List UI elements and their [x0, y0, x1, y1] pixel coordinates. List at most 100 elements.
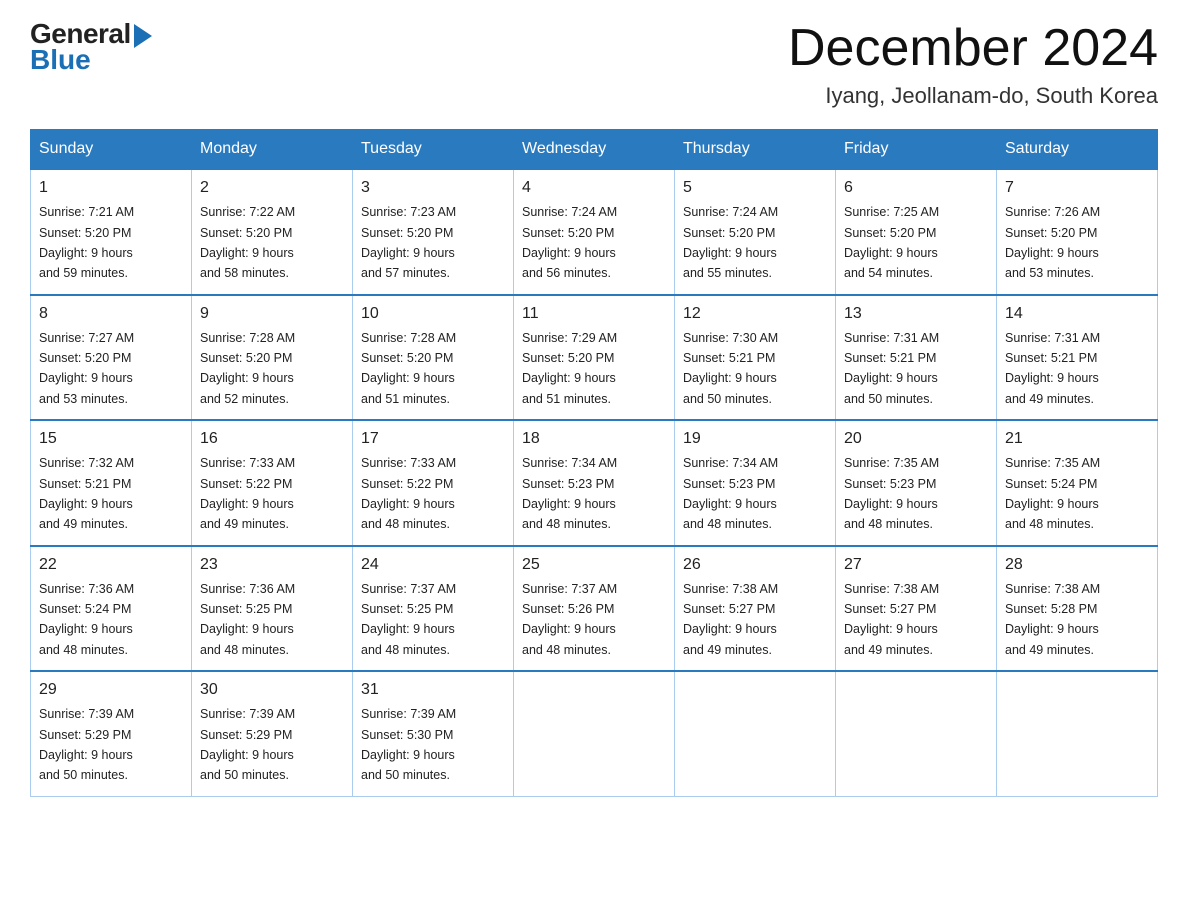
calendar-cell: 20 Sunrise: 7:35 AMSunset: 5:23 PMDaylig…: [836, 420, 997, 546]
day-info: Sunrise: 7:31 AMSunset: 5:21 PMDaylight:…: [844, 331, 939, 406]
day-info: Sunrise: 7:38 AMSunset: 5:27 PMDaylight:…: [844, 582, 939, 657]
day-number: 4: [522, 176, 666, 200]
day-number: 19: [683, 427, 827, 451]
day-number: 5: [683, 176, 827, 200]
calendar-cell: 28 Sunrise: 7:38 AMSunset: 5:28 PMDaylig…: [997, 546, 1158, 672]
day-info: Sunrise: 7:22 AMSunset: 5:20 PMDaylight:…: [200, 205, 295, 280]
calendar-cell: [836, 671, 997, 796]
day-info: Sunrise: 7:31 AMSunset: 5:21 PMDaylight:…: [1005, 331, 1100, 406]
day-number: 24: [361, 553, 505, 577]
day-info: Sunrise: 7:33 AMSunset: 5:22 PMDaylight:…: [200, 456, 295, 531]
logo: General Blue: [30, 20, 152, 74]
title-area: December 2024 Iyang, Jeollanam-do, South…: [788, 20, 1158, 109]
day-number: 27: [844, 553, 988, 577]
page-header: General Blue December 2024 Iyang, Jeolla…: [30, 20, 1158, 109]
weekday-header: Thursday: [675, 130, 836, 170]
calendar-cell: 16 Sunrise: 7:33 AMSunset: 5:22 PMDaylig…: [192, 420, 353, 546]
logo-blue-text: Blue: [30, 46, 152, 74]
calendar-table: SundayMondayTuesdayWednesdayThursdayFrid…: [30, 129, 1158, 797]
calendar-cell: [514, 671, 675, 796]
day-number: 2: [200, 176, 344, 200]
calendar-cell: [997, 671, 1158, 796]
calendar-cell: 15 Sunrise: 7:32 AMSunset: 5:21 PMDaylig…: [31, 420, 192, 546]
day-info: Sunrise: 7:36 AMSunset: 5:25 PMDaylight:…: [200, 582, 295, 657]
day-number: 8: [39, 302, 183, 326]
day-info: Sunrise: 7:37 AMSunset: 5:25 PMDaylight:…: [361, 582, 456, 657]
calendar-cell: 25 Sunrise: 7:37 AMSunset: 5:26 PMDaylig…: [514, 546, 675, 672]
day-number: 3: [361, 176, 505, 200]
day-info: Sunrise: 7:25 AMSunset: 5:20 PMDaylight:…: [844, 205, 939, 280]
day-number: 14: [1005, 302, 1149, 326]
calendar-cell: 29 Sunrise: 7:39 AMSunset: 5:29 PMDaylig…: [31, 671, 192, 796]
calendar-cell: 21 Sunrise: 7:35 AMSunset: 5:24 PMDaylig…: [997, 420, 1158, 546]
calendar-cell: 12 Sunrise: 7:30 AMSunset: 5:21 PMDaylig…: [675, 295, 836, 421]
day-info: Sunrise: 7:39 AMSunset: 5:29 PMDaylight:…: [39, 707, 134, 782]
calendar-cell: 22 Sunrise: 7:36 AMSunset: 5:24 PMDaylig…: [31, 546, 192, 672]
day-number: 1: [39, 176, 183, 200]
calendar-cell: 26 Sunrise: 7:38 AMSunset: 5:27 PMDaylig…: [675, 546, 836, 672]
calendar-cell: 5 Sunrise: 7:24 AMSunset: 5:20 PMDayligh…: [675, 169, 836, 295]
calendar-cell: [675, 671, 836, 796]
calendar-cell: 24 Sunrise: 7:37 AMSunset: 5:25 PMDaylig…: [353, 546, 514, 672]
day-number: 9: [200, 302, 344, 326]
calendar-cell: 18 Sunrise: 7:34 AMSunset: 5:23 PMDaylig…: [514, 420, 675, 546]
day-number: 16: [200, 427, 344, 451]
day-info: Sunrise: 7:29 AMSunset: 5:20 PMDaylight:…: [522, 331, 617, 406]
weekday-header-row: SundayMondayTuesdayWednesdayThursdayFrid…: [31, 130, 1158, 170]
weekday-header: Tuesday: [353, 130, 514, 170]
day-info: Sunrise: 7:21 AMSunset: 5:20 PMDaylight:…: [39, 205, 134, 280]
day-info: Sunrise: 7:38 AMSunset: 5:28 PMDaylight:…: [1005, 582, 1100, 657]
calendar-cell: 13 Sunrise: 7:31 AMSunset: 5:21 PMDaylig…: [836, 295, 997, 421]
day-info: Sunrise: 7:35 AMSunset: 5:24 PMDaylight:…: [1005, 456, 1100, 531]
day-info: Sunrise: 7:27 AMSunset: 5:20 PMDaylight:…: [39, 331, 134, 406]
day-info: Sunrise: 7:37 AMSunset: 5:26 PMDaylight:…: [522, 582, 617, 657]
calendar-cell: 9 Sunrise: 7:28 AMSunset: 5:20 PMDayligh…: [192, 295, 353, 421]
weekday-header: Sunday: [31, 130, 192, 170]
weekday-header: Friday: [836, 130, 997, 170]
day-info: Sunrise: 7:30 AMSunset: 5:21 PMDaylight:…: [683, 331, 778, 406]
calendar-cell: 1 Sunrise: 7:21 AMSunset: 5:20 PMDayligh…: [31, 169, 192, 295]
day-info: Sunrise: 7:32 AMSunset: 5:21 PMDaylight:…: [39, 456, 134, 531]
calendar-cell: 11 Sunrise: 7:29 AMSunset: 5:20 PMDaylig…: [514, 295, 675, 421]
calendar-cell: 4 Sunrise: 7:24 AMSunset: 5:20 PMDayligh…: [514, 169, 675, 295]
day-number: 17: [361, 427, 505, 451]
day-number: 18: [522, 427, 666, 451]
calendar-cell: 6 Sunrise: 7:25 AMSunset: 5:20 PMDayligh…: [836, 169, 997, 295]
day-number: 23: [200, 553, 344, 577]
day-number: 30: [200, 678, 344, 702]
day-info: Sunrise: 7:28 AMSunset: 5:20 PMDaylight:…: [361, 331, 456, 406]
day-info: Sunrise: 7:39 AMSunset: 5:29 PMDaylight:…: [200, 707, 295, 782]
day-info: Sunrise: 7:26 AMSunset: 5:20 PMDaylight:…: [1005, 205, 1100, 280]
calendar-week-row: 1 Sunrise: 7:21 AMSunset: 5:20 PMDayligh…: [31, 169, 1158, 295]
day-number: 21: [1005, 427, 1149, 451]
calendar-cell: 10 Sunrise: 7:28 AMSunset: 5:20 PMDaylig…: [353, 295, 514, 421]
logo-arrow-icon: [134, 24, 152, 48]
calendar-cell: 27 Sunrise: 7:38 AMSunset: 5:27 PMDaylig…: [836, 546, 997, 672]
day-number: 25: [522, 553, 666, 577]
day-number: 28: [1005, 553, 1149, 577]
day-number: 15: [39, 427, 183, 451]
day-number: 20: [844, 427, 988, 451]
day-number: 26: [683, 553, 827, 577]
day-info: Sunrise: 7:28 AMSunset: 5:20 PMDaylight:…: [200, 331, 295, 406]
calendar-cell: 2 Sunrise: 7:22 AMSunset: 5:20 PMDayligh…: [192, 169, 353, 295]
calendar-cell: 23 Sunrise: 7:36 AMSunset: 5:25 PMDaylig…: [192, 546, 353, 672]
day-number: 13: [844, 302, 988, 326]
calendar-week-row: 8 Sunrise: 7:27 AMSunset: 5:20 PMDayligh…: [31, 295, 1158, 421]
weekday-header: Monday: [192, 130, 353, 170]
weekday-header: Wednesday: [514, 130, 675, 170]
day-info: Sunrise: 7:23 AMSunset: 5:20 PMDaylight:…: [361, 205, 456, 280]
calendar-cell: 8 Sunrise: 7:27 AMSunset: 5:20 PMDayligh…: [31, 295, 192, 421]
day-info: Sunrise: 7:38 AMSunset: 5:27 PMDaylight:…: [683, 582, 778, 657]
calendar-cell: 3 Sunrise: 7:23 AMSunset: 5:20 PMDayligh…: [353, 169, 514, 295]
day-number: 6: [844, 176, 988, 200]
calendar-cell: 31 Sunrise: 7:39 AMSunset: 5:30 PMDaylig…: [353, 671, 514, 796]
day-number: 12: [683, 302, 827, 326]
calendar-week-row: 22 Sunrise: 7:36 AMSunset: 5:24 PMDaylig…: [31, 546, 1158, 672]
weekday-header: Saturday: [997, 130, 1158, 170]
day-info: Sunrise: 7:39 AMSunset: 5:30 PMDaylight:…: [361, 707, 456, 782]
day-number: 22: [39, 553, 183, 577]
day-number: 31: [361, 678, 505, 702]
day-info: Sunrise: 7:24 AMSunset: 5:20 PMDaylight:…: [522, 205, 617, 280]
day-info: Sunrise: 7:36 AMSunset: 5:24 PMDaylight:…: [39, 582, 134, 657]
